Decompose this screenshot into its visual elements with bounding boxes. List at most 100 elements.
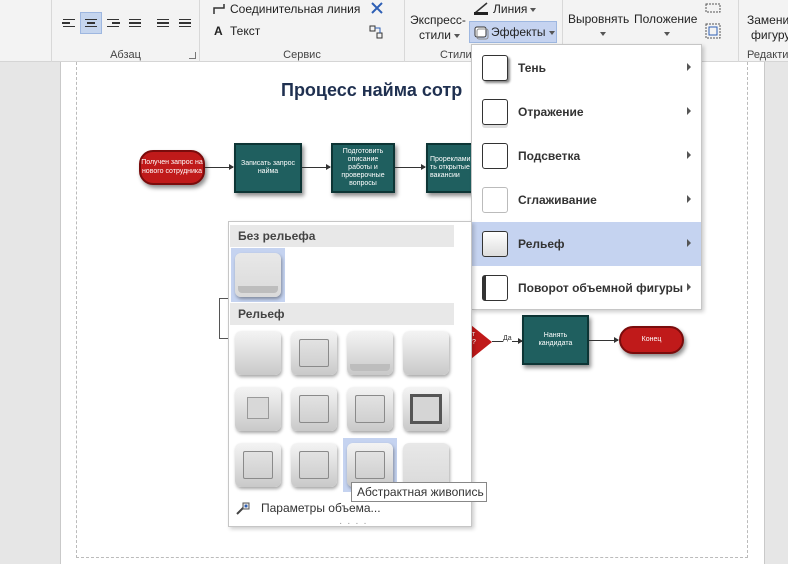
line-button[interactable]: Линия: [493, 2, 537, 16]
paragraph-launcher-icon[interactable]: [189, 52, 196, 59]
3d-options-link[interactable]: Параметры объема...: [235, 500, 381, 516]
connector-arrow: [395, 164, 426, 170]
close-icon[interactable]: [370, 1, 384, 15]
diagram-title[interactable]: Процесс найма сотр: [281, 80, 462, 101]
bevel-option[interactable]: [287, 326, 341, 380]
chevron-down-icon: [548, 30, 555, 35]
bevel-thumbnail: [403, 387, 449, 431]
effects-menu-soft-edges-label: Сглаживание: [518, 193, 597, 207]
chevron-right-icon: [687, 151, 691, 159]
paragraph-group: [0, 0, 52, 62]
effects-menu-3d-rotation-label: Поворот объемной фигуры: [518, 281, 684, 295]
bevel-thumbnail: [403, 443, 449, 487]
text-tool-button[interactable]: Текст: [230, 24, 260, 38]
effects-menu-reflection-label: Отражение: [518, 105, 584, 119]
align-left-button[interactable]: [58, 12, 80, 34]
bevel-icon: [482, 231, 508, 257]
align-center-button[interactable]: [80, 12, 102, 34]
replace-shape-button[interactable]: Замени: [747, 13, 788, 27]
position-button[interactable]: Положение: [634, 12, 697, 26]
align-right-button[interactable]: [102, 12, 124, 34]
step-record-request[interactable]: Записать запрос найма: [234, 143, 302, 193]
effects-menu: Тень Отражение Подсветка Сглаживание Рел…: [471, 44, 702, 310]
bevel-option[interactable]: [343, 326, 397, 380]
effects-button-text: Эффекты: [491, 25, 546, 39]
effects-menu-glow-label: Подсветка: [518, 149, 581, 163]
bevel-option[interactable]: [343, 382, 397, 436]
connector-button[interactable]: Соединительная линия: [230, 2, 360, 16]
chevron-right-icon: [687, 283, 691, 291]
bevel-option[interactable]: [399, 326, 453, 380]
bevel-option[interactable]: [287, 438, 341, 492]
3d-options-icon: [236, 502, 250, 515]
effects-button-label: Эффекты: [491, 25, 555, 39]
connector-arrow: [589, 337, 619, 343]
reflection-icon: [482, 99, 508, 125]
bevel-thumbnail: [235, 387, 281, 431]
connection-point-icon[interactable]: [368, 24, 384, 40]
connector-arrow: [205, 164, 234, 170]
glow-icon: [482, 143, 508, 169]
chevron-right-icon: [687, 239, 691, 247]
effects-menu-bevel-label: Рельеф: [518, 237, 565, 251]
select-objects-icon[interactable]: [704, 22, 722, 40]
shadow-icon: [482, 55, 508, 81]
bevel-option[interactable]: [231, 382, 285, 436]
effects-menu-reflection[interactable]: Отражение: [472, 90, 701, 134]
soft-edges-icon: [482, 187, 508, 213]
bevel-thumbnail: [235, 443, 281, 487]
line-icon: [474, 2, 488, 15]
chevron-down-icon: [600, 32, 606, 36]
bevel-thumbnail: [347, 331, 393, 375]
chevron-right-icon: [687, 63, 691, 71]
chevron-down-icon: [664, 32, 670, 36]
edit-group: Замени фигуру Редакти: [739, 0, 788, 62]
3d-options-label: Параметры объема...: [261, 501, 381, 515]
express-styles-button[interactable]: Экспресс-: [410, 13, 466, 27]
bevel-option[interactable]: [231, 326, 285, 380]
step-advertise-vacancies[interactable]: Прорекламирова ть открытые вакансии: [426, 143, 486, 193]
bevel-header: Рельеф: [230, 303, 454, 325]
bevel-option[interactable]: [399, 382, 453, 436]
bevel-none-option[interactable]: [231, 248, 285, 302]
paragraph-group-label: Абзац: [110, 49, 141, 61]
justify-button[interactable]: [124, 12, 146, 34]
no-bevel-header: Без рельефа: [230, 225, 454, 247]
chevron-down-icon: [530, 7, 537, 12]
group-objects-icon[interactable]: [704, 2, 722, 14]
replace-shape-label2: фигуру: [751, 28, 788, 42]
chevron-down-icon: [453, 33, 460, 38]
end-oval[interactable]: Конец: [619, 326, 684, 354]
line-button-text: Линия: [493, 2, 528, 16]
align-button[interactable]: Выровнять: [568, 12, 629, 26]
effects-menu-glow[interactable]: Подсветка: [472, 134, 701, 178]
effects-menu-shadow[interactable]: Тень: [472, 46, 701, 90]
start-oval[interactable]: Получен запрос на нового сотрудника: [139, 150, 205, 185]
step-prepare-description[interactable]: Подготовить описание работы и проверочны…: [331, 143, 395, 193]
effects-icon: [474, 26, 489, 40]
text-tool-icon: A: [214, 24, 223, 38]
express-styles-label2-text: стили: [419, 28, 451, 42]
chevron-right-icon: [687, 107, 691, 115]
decrease-indent-button[interactable]: [152, 12, 174, 34]
effects-menu-3d-rotation[interactable]: Поворот объемной фигуры: [472, 266, 701, 310]
effects-menu-soft-edges[interactable]: Сглаживание: [472, 178, 701, 222]
bevel-thumbnail: [291, 331, 337, 375]
effects-menu-bevel[interactable]: Рельеф: [472, 222, 701, 266]
bevel-thumbnail: [347, 387, 393, 431]
step-hire-candidate[interactable]: Нанять кандидата: [522, 315, 589, 365]
edit-group-label: Редакти: [747, 49, 788, 61]
increase-indent-button[interactable]: [174, 12, 196, 34]
bevel-thumbnail: [291, 443, 337, 487]
express-styles-label2: стили: [419, 28, 460, 42]
chevron-right-icon: [687, 195, 691, 203]
bevel-option[interactable]: [287, 382, 341, 436]
resize-handle-icon[interactable]: · · · ·: [339, 518, 368, 529]
tooltip: Абстрактная живопись: [351, 482, 487, 502]
bevel-thumbnail: [235, 331, 281, 375]
yes-label: Да: [503, 335, 512, 342]
bevel-option[interactable]: [231, 438, 285, 492]
decision-diamond-text: т ?: [472, 331, 476, 346]
service-group: Соединительная линия A Текст Сервис: [200, 0, 405, 62]
service-group-label: Сервис: [283, 49, 321, 61]
